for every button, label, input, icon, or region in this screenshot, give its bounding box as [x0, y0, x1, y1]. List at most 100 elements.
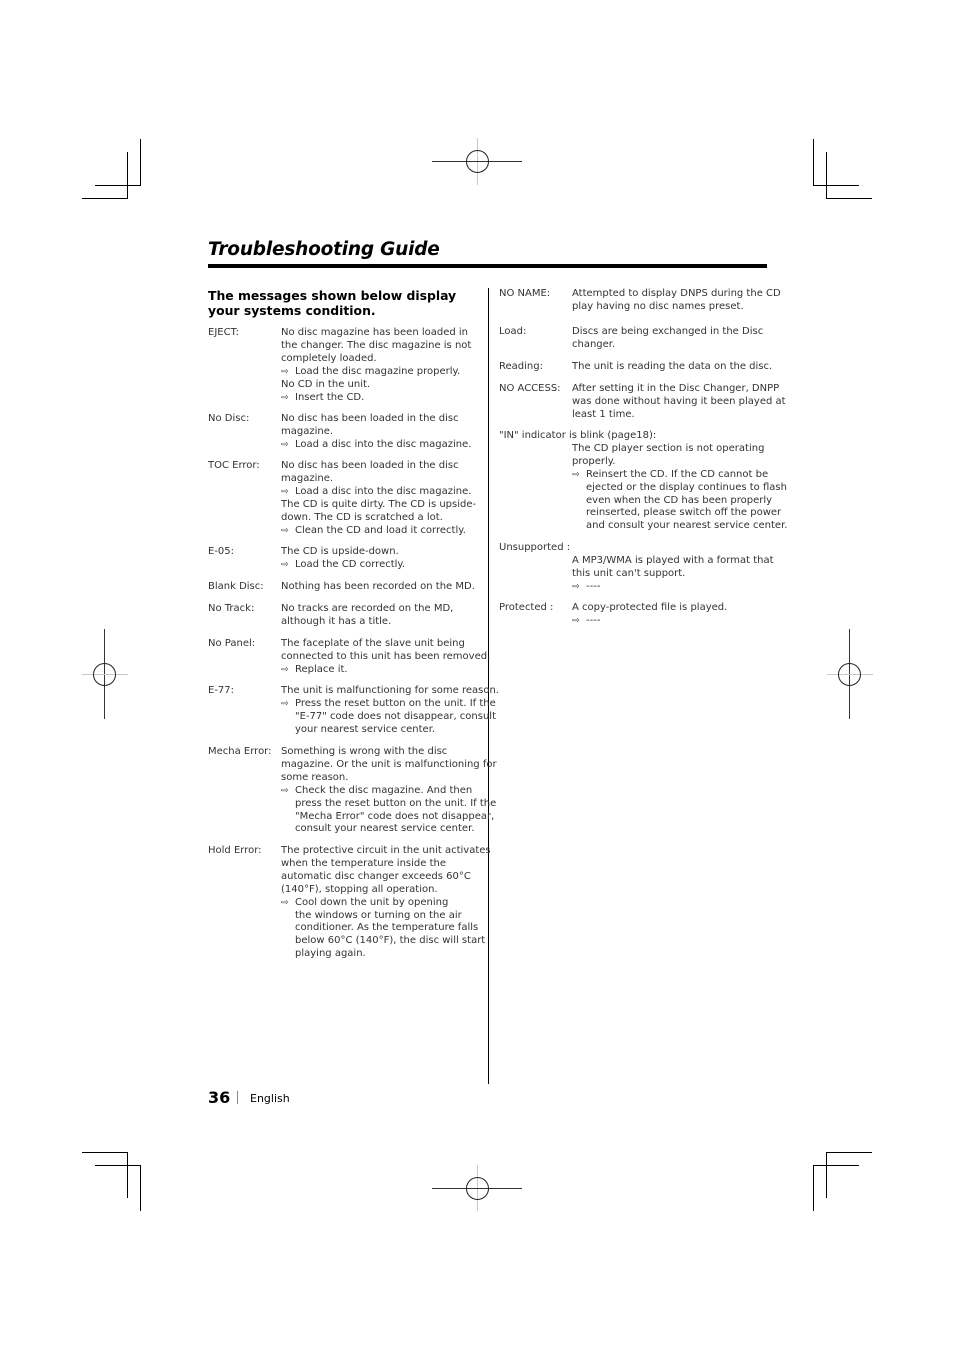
crop-mark-top-right — [813, 139, 814, 186]
remedy-line: ⇨ Press the reset button on the unit. If … — [281, 698, 499, 711]
section-subheading: The messages shown below display your sy… — [208, 288, 457, 318]
message-code: Protected : — [499, 602, 554, 613]
description-line: completely loaded. — [281, 352, 377, 364]
remedy-text: Load the disc magazine properly. — [295, 365, 461, 377]
message-description: After setting it in the Disc Changer, DN… — [572, 383, 786, 422]
remedy-line: ⇨ ---- — [572, 615, 727, 628]
remedy-text: Reinsert the CD. If the CD cannot be — [586, 468, 769, 480]
description-line: No disc magazine has been loaded in — [281, 327, 469, 338]
remedy-text: your nearest service center. — [295, 723, 436, 735]
remedy-continuation: conditioner. As the temperature falls — [281, 922, 491, 935]
remedy-line: ⇨ Load a disc into the disc magazine. — [281, 439, 471, 452]
description-line: when the temperature inside the — [281, 857, 447, 869]
message-code: Reading: — [499, 361, 543, 372]
message-description: The faceplate of the slave unit being con… — [281, 638, 490, 677]
crop-mark-bottom-right — [813, 1165, 814, 1211]
page-number: 36 — [208, 1088, 231, 1107]
crop-mark-top-right — [826, 198, 872, 199]
remedy-continuation: press the reset button on the unit. If t… — [281, 798, 497, 811]
description-line: The unit is malfunctioning for some reas… — [281, 685, 499, 696]
message-description: Attempted to display DNPS during the CD p… — [572, 288, 781, 314]
description-line: although it has a title. — [281, 615, 392, 627]
arrow-right-icon: ⇨ — [281, 525, 289, 536]
page-title: Troubleshooting Guide — [208, 239, 440, 260]
remedy-text: the windows or turning on the air — [295, 909, 462, 921]
description-line: magazine. — [281, 472, 334, 484]
remedy-continuation: "Mecha Error" code does not disappear, — [281, 811, 497, 824]
remedy-continuation: ejected or the display continues to flas… — [572, 482, 787, 495]
remedy-text: Replace it. — [295, 663, 348, 675]
message-code: E-77: — [208, 685, 235, 696]
crop-mark-top-left — [140, 139, 141, 186]
message-description: A copy-protected file is played. ⇨ ---- — [572, 602, 727, 628]
crop-mark-bottom-left — [140, 1165, 141, 1211]
arrow-right-icon: ⇨ — [281, 785, 289, 796]
description-line: play having no disc names preset. — [572, 300, 744, 312]
remedy-line: ⇨ Clean the CD and load it correctly. — [281, 525, 476, 538]
remedy-text: Clean the CD and load it correctly. — [295, 524, 466, 536]
arrow-right-icon: ⇨ — [572, 615, 580, 626]
description-line: magazine. Or the unit is malfunctioning … — [281, 758, 497, 770]
remedy-text: reinserted, please switch off the power — [586, 507, 782, 519]
description-line: The CD is upside-down. — [281, 546, 399, 557]
description-line: Discs are being exchanged in the Disc — [572, 326, 764, 337]
message-description: Nothing has been recorded on the MD. — [281, 581, 475, 594]
message-description: No disc has been loaded in the disc magaz… — [281, 413, 471, 452]
remedy-text: "E-77" code does not disappear, consult — [295, 710, 496, 722]
description-line: properly. — [572, 455, 616, 467]
crop-mark-bottom-right — [826, 1152, 827, 1198]
description-line: changer. — [572, 338, 616, 350]
description-line: The unit is reading the data on the disc… — [572, 361, 773, 372]
description-line: least 1 time. — [572, 408, 635, 420]
description-line: magazine. — [281, 425, 334, 437]
remedy-continuation: your nearest service center. — [281, 724, 499, 737]
description-line: this unit can't support. — [572, 567, 686, 579]
remedy-text: Check the disc magazine. And then — [295, 784, 473, 796]
message-code: EJECT: — [208, 327, 239, 338]
description-line: The protective circuit in the unit activ… — [281, 845, 491, 856]
registration-circle-icon — [466, 1177, 489, 1200]
remedy-line: ⇨ Reinsert the CD. If the CD cannot be — [572, 469, 787, 482]
remedy-line: ⇨ Load the disc magazine properly. — [281, 366, 471, 379]
message-code: TOC Error: — [208, 460, 260, 471]
remedy-continuation: playing again. — [281, 948, 491, 961]
message-description: No disc has been loaded in the disc magaz… — [281, 460, 476, 537]
message-code: NO ACCESS: — [499, 383, 561, 394]
remedy-line: ⇨ Load a disc into the disc magazine. — [281, 486, 476, 499]
message-code: NO NAME: — [499, 288, 551, 299]
remedy-text: and consult your nearest service center. — [586, 520, 788, 532]
crop-mark-top-left — [127, 152, 128, 199]
footer-language: English — [250, 1092, 290, 1105]
arrow-right-icon: ⇨ — [281, 698, 289, 709]
arrow-right-icon: ⇨ — [281, 486, 289, 497]
remedy-line: ⇨ Replace it. — [281, 664, 490, 677]
crop-mark-top-right — [826, 152, 827, 199]
description-line: was done without having it been played a… — [572, 395, 786, 407]
arrow-right-icon: ⇨ — [572, 581, 580, 592]
remedy-text: consult your nearest service center. — [295, 823, 475, 835]
description-line: A MP3/WMA is played with a format that — [572, 554, 774, 566]
message-code: No Track: — [208, 603, 255, 614]
crop-mark-top-left — [95, 185, 141, 186]
remedy-line: ⇨ Check the disc magazine. And then — [281, 785, 497, 798]
remedy-text: Load the CD correctly. — [295, 558, 406, 570]
crop-mark-top-left — [82, 198, 128, 199]
message-description: A MP3/WMA is played with a format that th… — [572, 555, 774, 594]
message-code: No Panel: — [208, 638, 256, 649]
remedy-text: below 60°C (140°F), the disc will start — [295, 935, 486, 947]
remedy-text: Load a disc into the disc magazine. — [295, 438, 472, 450]
message-code: Blank Disc: — [208, 581, 264, 592]
remedy-text: ejected or the display continues to flas… — [586, 481, 787, 493]
description-line: The CD player section is not operating — [572, 442, 765, 454]
remedy-line: ⇨ Cool down the unit by opening — [281, 897, 491, 910]
title-rule — [208, 264, 767, 268]
remedy-text: Load a disc into the disc magazine. — [295, 485, 472, 497]
remedy-text: ---- — [586, 614, 601, 626]
description-line: No tracks are recorded on the MD, — [281, 603, 454, 614]
remedy-text: Press the reset button on the unit. If t… — [295, 697, 496, 709]
arrow-right-icon: ⇨ — [281, 897, 289, 908]
description-line: Nothing has been recorded on the MD. — [281, 581, 475, 592]
description-line: After setting it in the Disc Changer, DN… — [572, 383, 780, 394]
message-description: The protective circuit in the unit activ… — [281, 845, 491, 961]
description-line: A copy-protected file is played. — [572, 602, 728, 613]
